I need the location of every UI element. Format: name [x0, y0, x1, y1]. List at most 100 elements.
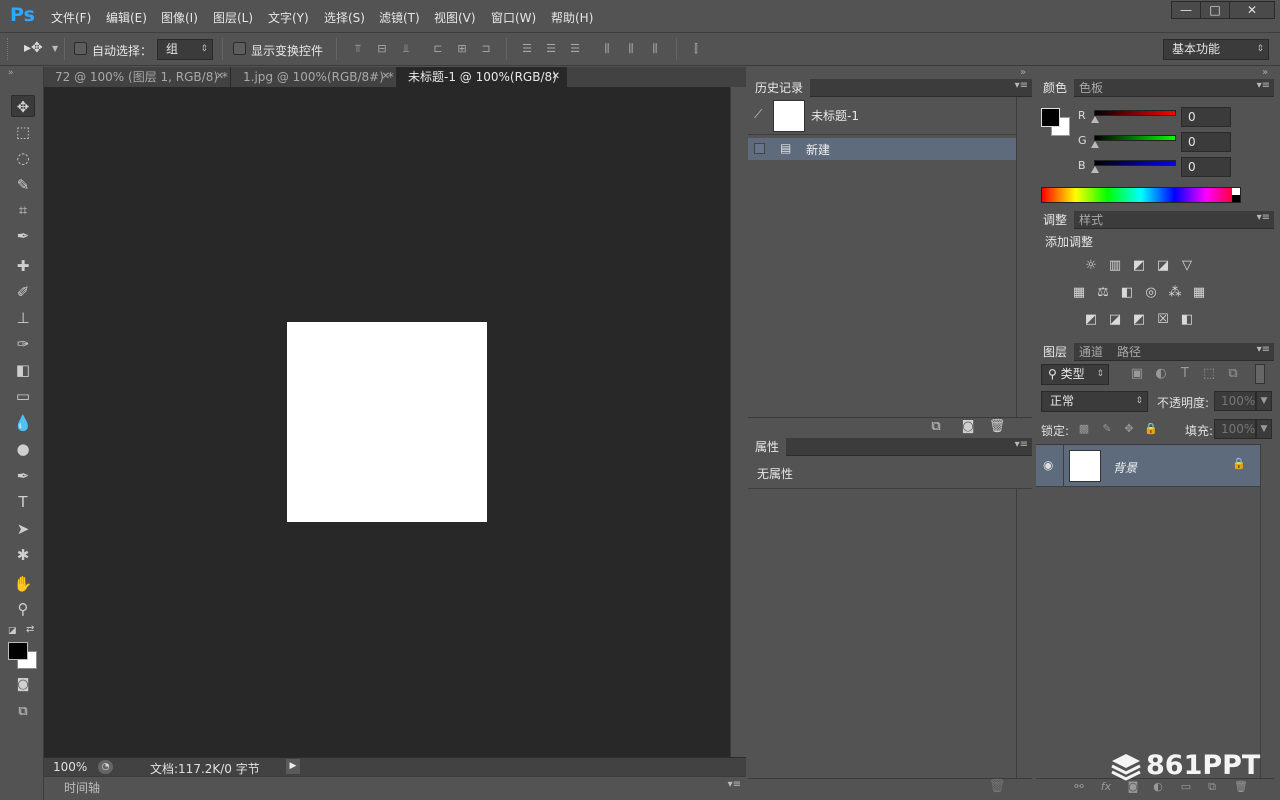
quick-select-tool-icon[interactable]: ✎ — [11, 174, 35, 196]
distribute-left-icon[interactable]: ⫼ — [600, 42, 614, 56]
trash-icon[interactable]: 🗑 — [987, 417, 1007, 437]
black-white-icon[interactable]: ◧ — [1119, 285, 1135, 301]
doc-tab[interactable]: 1.jpg @ 100%(RGB/8#) * ✕ — [232, 67, 397, 87]
camera-icon[interactable]: ◙ — [958, 417, 978, 437]
collapse-dock-icon[interactable]: » — [1020, 67, 1026, 79]
crop-tool-icon[interactable]: ⌗ — [11, 199, 35, 221]
g-slider[interactable] — [1094, 135, 1176, 141]
collapse-dock-icon[interactable]: » — [1262, 67, 1268, 79]
gradient-tool-icon[interactable]: ▭ — [11, 385, 35, 407]
share-icon[interactable]: ◔ — [98, 760, 113, 774]
b-value-field[interactable]: 0 — [1181, 157, 1231, 177]
doc-tab[interactable]: 72 @ 100% (图层 1, RGB/8) * ✕ — [44, 67, 231, 87]
history-state[interactable]: ▤ 新建 — [748, 138, 1016, 160]
menu-file[interactable]: 文件(F) — [51, 9, 91, 26]
menu-help[interactable]: 帮助(H) — [551, 9, 593, 26]
b-slider-thumb[interactable] — [1091, 166, 1099, 173]
layer-row[interactable]: ◉ 背景 🔒 — [1036, 445, 1260, 487]
r-value-field[interactable]: 0 — [1181, 107, 1231, 127]
menu-select[interactable]: 选择(S) — [324, 9, 365, 26]
tab-adjustments[interactable]: 调整 — [1036, 211, 1075, 229]
selective-color-icon[interactable]: ◧ — [1179, 312, 1195, 328]
r-slider-thumb[interactable] — [1091, 116, 1099, 123]
pen-tool-icon[interactable]: ✒ — [11, 465, 35, 487]
vibrance-icon[interactable]: ▽ — [1179, 258, 1195, 274]
foreground-color-swatch[interactable] — [8, 642, 28, 660]
distribute-hcenter-icon[interactable]: ⫼ — [624, 42, 638, 56]
eyedropper-tool-icon[interactable]: ✒ — [11, 225, 35, 247]
panel-menu-icon[interactable]: ▾≡ — [1257, 212, 1270, 223]
chevron-down-icon[interactable]: ▼ — [52, 44, 58, 53]
menu-view[interactable]: 视图(V) — [434, 9, 476, 26]
g-slider-thumb[interactable] — [1091, 141, 1099, 148]
blur-tool-icon[interactable]: 💧 — [11, 412, 35, 434]
curves-icon[interactable]: ◩ — [1131, 258, 1147, 274]
history-source-checkbox[interactable] — [754, 143, 765, 154]
r-slider[interactable] — [1094, 110, 1176, 116]
new-document-from-state-icon[interactable]: ⧉ — [926, 417, 946, 437]
auto-select-checkbox[interactable] — [74, 42, 87, 55]
history-scrollbar[interactable] — [1016, 97, 1032, 417]
align-vcenter-icon[interactable]: ⊟ — [375, 42, 389, 56]
opacity-field[interactable]: 100% — [1214, 391, 1256, 411]
exposure-icon[interactable]: ◪ — [1155, 258, 1171, 274]
lasso-tool-icon[interactable]: ◌ — [11, 147, 35, 169]
close-icon[interactable]: ✕ — [382, 67, 390, 87]
invert-icon[interactable]: ◩ — [1083, 312, 1099, 328]
default-colors-icon[interactable]: ◪ — [8, 626, 17, 636]
layer-filter-dropdown[interactable]: ⚲ 类型 ⇕ — [1041, 364, 1109, 385]
tab-history[interactable]: 历史记录 — [748, 79, 811, 97]
b-slider[interactable] — [1094, 160, 1176, 166]
link-layers-icon[interactable]: ⚯ — [1069, 777, 1089, 797]
document-canvas[interactable] — [287, 322, 487, 522]
layers-scrollbar[interactable] — [1260, 444, 1274, 778]
lock-transparent-pixels-icon[interactable]: ▩ — [1074, 419, 1094, 439]
move-tool-preset-icon[interactable]: ▸✥ — [24, 40, 43, 56]
photo-filter-icon[interactable]: ◎ — [1143, 285, 1159, 301]
tab-layers[interactable]: 图层 — [1036, 343, 1075, 361]
brightness-contrast-icon[interactable]: ☼ — [1083, 258, 1099, 274]
vertical-scrollbar[interactable] — [730, 87, 746, 757]
menu-layer[interactable]: 图层(L) — [213, 9, 253, 26]
tab-paths[interactable]: 路径 — [1110, 343, 1148, 361]
hue-saturation-icon[interactable]: ▦ — [1071, 285, 1087, 301]
filter-shape-icon[interactable]: ⬚ — [1199, 364, 1219, 384]
show-transform-checkbox[interactable] — [233, 42, 246, 55]
black-swatch[interactable] — [1232, 195, 1240, 202]
filter-pixel-icon[interactable]: ▣ — [1127, 364, 1147, 384]
posterize-icon[interactable]: ◪ — [1107, 312, 1123, 328]
screen-mode-icon[interactable]: ⧉ — [11, 701, 35, 723]
filter-adjustment-icon[interactable]: ◐ — [1151, 364, 1171, 384]
chevron-down-icon[interactable]: ▼ — [1256, 419, 1272, 439]
clone-stamp-tool-icon[interactable]: ⊥ — [11, 307, 35, 329]
history-brush-source-icon[interactable]: ⟋ — [754, 107, 762, 122]
blend-mode-dropdown[interactable]: 正常 ⇕ — [1041, 391, 1148, 412]
menu-type[interactable]: 文字(Y) — [268, 9, 309, 26]
filter-smart-object-icon[interactable]: ⧉ — [1223, 364, 1243, 384]
foreground-color-swatch[interactable] — [1041, 108, 1060, 127]
history-brush-tool-icon[interactable]: ✑ — [11, 333, 35, 355]
distribute-vcenter-icon[interactable]: ☰ — [544, 42, 558, 56]
close-icon[interactable]: ✕ — [552, 67, 560, 87]
distribute-bottom-icon[interactable]: ☰ — [568, 42, 582, 56]
marquee-tool-icon[interactable]: ⬚ — [11, 121, 35, 143]
menu-edit[interactable]: 编辑(E) — [106, 9, 147, 26]
path-selection-tool-icon[interactable]: ➤ — [11, 518, 35, 540]
zoom-tool-icon[interactable]: ⚲ — [11, 598, 35, 620]
fill-field[interactable]: 100% — [1214, 419, 1256, 439]
options-grip[interactable] — [7, 38, 10, 60]
threshold-icon[interactable]: ◩ — [1131, 312, 1147, 328]
white-swatch[interactable] — [1232, 188, 1240, 195]
tab-properties[interactable]: 属性 — [748, 438, 787, 456]
channel-mixer-icon[interactable]: ⁂ — [1167, 285, 1183, 301]
align-right-icon[interactable]: ⊐ — [479, 42, 493, 56]
filter-toggle[interactable] — [1255, 364, 1265, 384]
tab-color[interactable]: 颜色 — [1036, 79, 1075, 97]
panel-menu-icon[interactable]: ▾≡ — [1257, 344, 1270, 355]
distribute-right-icon[interactable]: ⫼ — [648, 42, 662, 56]
quick-mask-icon[interactable]: ◙ — [11, 674, 35, 696]
type-tool-icon[interactable]: T — [11, 491, 35, 513]
auto-select-dropdown[interactable]: 组 ⇕ — [157, 39, 213, 60]
align-top-icon[interactable]: ⫪ — [351, 42, 365, 56]
auto-align-layers-icon[interactable]: ⫿ — [689, 42, 703, 56]
